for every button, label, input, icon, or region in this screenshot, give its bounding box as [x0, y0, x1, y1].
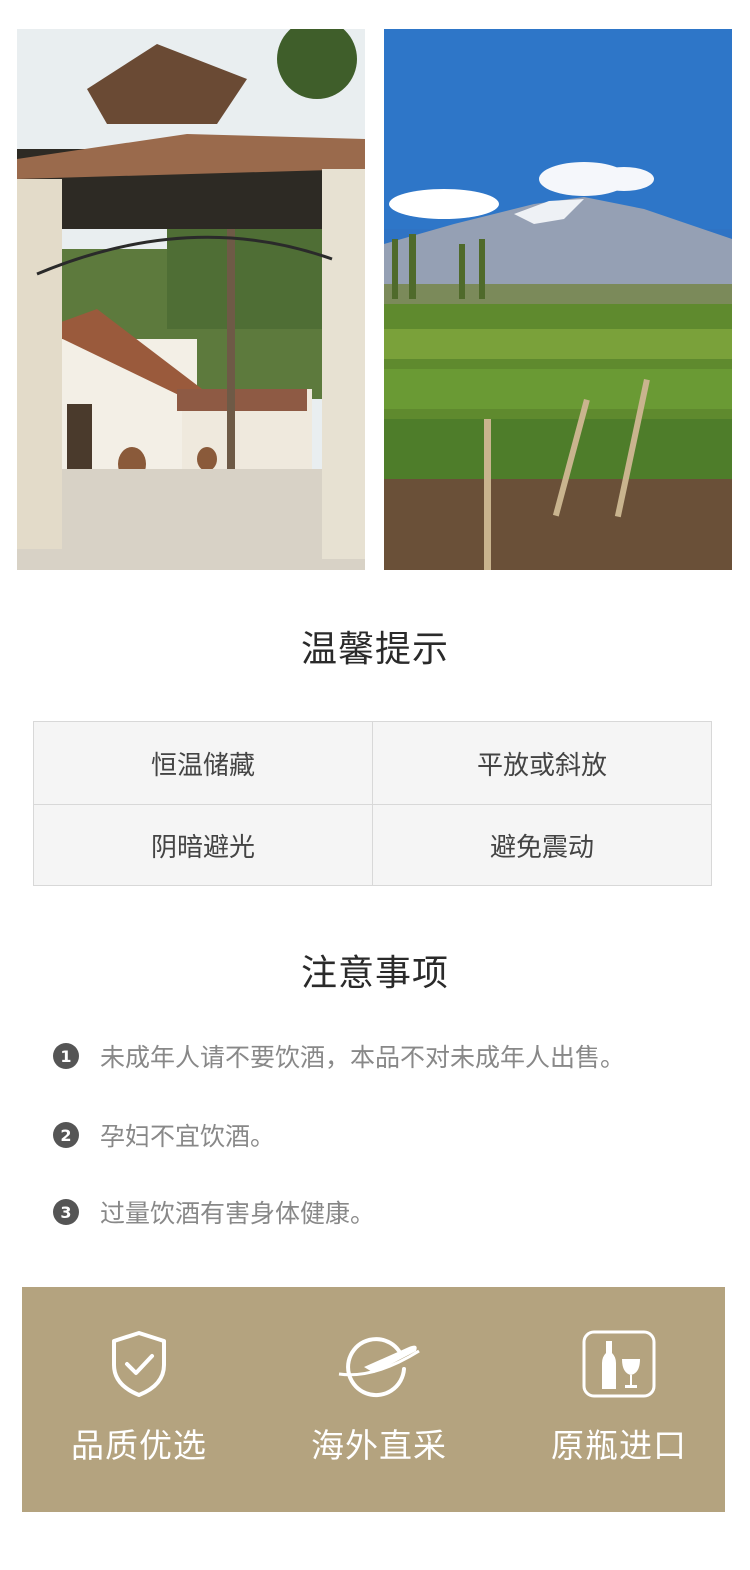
shield-check-icon: [112, 1331, 166, 1397]
feature-label: 海外直采: [311, 1426, 447, 1465]
notice-text: 未成年人请不要饮酒，本品不对未成年人出售。: [100, 1043, 626, 1072]
feature-original-bottle: 原瓶进口: [502, 1287, 736, 1512]
notice-item: 3 过量饮酒有害身体健康。: [53, 1194, 375, 1230]
tip-cell: 平放或斜放: [373, 722, 711, 805]
vineyard-mountain-image: [384, 29, 732, 570]
notice-text: 过量饮酒有害身体健康。: [100, 1199, 376, 1228]
feature-label: 原瓶进口: [551, 1426, 687, 1465]
feature-quality: 品质优选: [22, 1287, 256, 1512]
wine-bottle-glass-icon: [582, 1330, 656, 1398]
storage-tips-table: 恒温储藏 平放或斜放 阴暗避光 避免震动: [33, 721, 712, 886]
number-badge: 3: [53, 1199, 79, 1225]
tip-cell: 阴暗避光: [34, 805, 373, 885]
tips-title: 温馨提示: [300, 629, 449, 670]
tip-cell: 恒温储藏: [34, 722, 373, 805]
winery-gate-image: [17, 29, 365, 570]
number-badge: 1: [53, 1043, 79, 1069]
notice-item: 1 未成年人请不要饮酒，本品不对未成年人出售。: [53, 1038, 625, 1074]
airplane-globe-icon: [338, 1337, 420, 1398]
number-badge: 2: [53, 1122, 79, 1148]
tip-cell: 避免震动: [489, 832, 594, 863]
notice-item: 2 孕妇不宜饮酒。: [53, 1117, 275, 1153]
notes-title: 注意事项: [300, 953, 449, 994]
notice-text: 孕妇不宜饮酒。: [100, 1122, 276, 1151]
feature-label: 品质优选: [71, 1426, 207, 1465]
feature-direct-sourcing: 海外直采: [262, 1287, 496, 1512]
features-banner: 品质优选 海外直采 原瓶进口: [22, 1287, 725, 1512]
